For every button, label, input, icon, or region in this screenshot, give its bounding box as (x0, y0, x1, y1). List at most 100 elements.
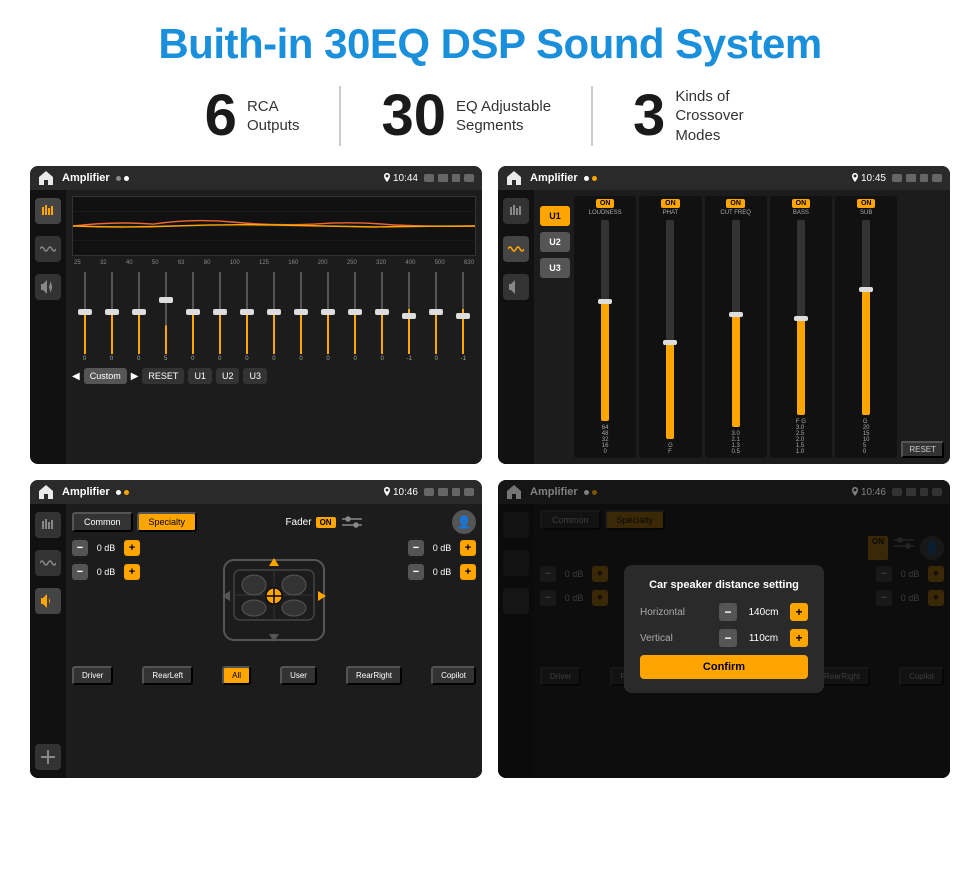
crossover-sidebar-btn-3[interactable] (503, 274, 529, 300)
eq-slider-9[interactable]: 0 (289, 272, 314, 362)
next-btn[interactable]: ▶ (131, 371, 139, 382)
crossover-reset-area: RESET (901, 196, 944, 458)
db-plus-2[interactable]: + (124, 564, 140, 580)
right-db-controls: − 0 dB + − 0 dB + (408, 540, 476, 660)
wave-icon-3 (40, 557, 56, 569)
back-icon-2 (932, 174, 942, 182)
crossover-sidebar-btn-2[interactable] (503, 236, 529, 262)
eq-slider-10[interactable]: 0 (316, 272, 341, 362)
horizontal-value: 140cm (741, 607, 786, 618)
eq-slider-13[interactable]: -1 (397, 272, 422, 362)
camera-icon-2 (892, 174, 902, 182)
eq-slider-1[interactable]: 0 (72, 272, 97, 362)
eq-slider-6[interactable]: 0 (207, 272, 232, 362)
eq-slider-3[interactable]: 0 (126, 272, 151, 362)
confirm-button[interactable]: Confirm (640, 655, 808, 679)
u3-btn[interactable]: U3 (243, 368, 267, 384)
fader-sidebar-btn-2[interactable] (35, 550, 61, 576)
custom-btn[interactable]: Custom (84, 368, 127, 384)
crossover-sidebar (498, 190, 534, 464)
u1-btn[interactable]: U1 (188, 368, 212, 384)
u3-button[interactable]: U3 (540, 258, 570, 278)
db-plus-1[interactable]: + (124, 540, 140, 556)
freq-100: 100 (230, 260, 240, 266)
fader-bottom-row: Driver RearLeft All User RearRight Copil… (72, 666, 476, 685)
eq-slider-5[interactable]: 0 (180, 272, 205, 362)
u2-btn[interactable]: U2 (216, 368, 240, 384)
fader-sidebar-btn-4[interactable] (35, 744, 61, 770)
eq-slider-4[interactable]: 5 (153, 272, 178, 362)
vals-loudness: 644832160 (602, 425, 609, 455)
db-minus-2[interactable]: − (72, 564, 88, 580)
horizontal-minus-btn[interactable]: − (719, 603, 737, 621)
tuner-icon-2 (508, 203, 524, 219)
all-btn[interactable]: All (222, 666, 251, 685)
db-minus-3[interactable]: − (408, 540, 424, 556)
freq-125: 125 (259, 260, 269, 266)
db-minus-1[interactable]: − (72, 540, 88, 556)
vertical-plus-btn[interactable]: + (790, 629, 808, 647)
crossover-reset-btn[interactable]: RESET (901, 441, 944, 458)
car-diagram-area (146, 540, 402, 660)
eq-slider-14[interactable]: 0 (424, 272, 449, 362)
copilot-btn[interactable]: Copilot (431, 666, 476, 685)
fader-sidebar-btn-3[interactable] (35, 588, 61, 614)
slider-loudness[interactable] (601, 220, 609, 421)
rearleft-btn[interactable]: RearLeft (142, 666, 193, 685)
horizontal-plus-btn[interactable]: + (790, 603, 808, 621)
u1-button[interactable]: U1 (540, 206, 570, 226)
freq-labels: 25 32 40 50 63 80 100 125 160 200 250 32… (72, 260, 476, 266)
rearright-btn[interactable]: RearRight (346, 666, 402, 685)
eq-slider-8[interactable]: 0 (261, 272, 286, 362)
status-bar-3: Amplifier 10:46 (30, 480, 482, 504)
label-sub: SUB (860, 210, 872, 216)
db-plus-3[interactable]: + (460, 540, 476, 556)
time-2: 10:45 (861, 173, 886, 184)
dot-1 (116, 176, 121, 181)
reset-btn[interactable]: RESET (142, 368, 184, 384)
eq-sidebar-btn-2[interactable] (35, 236, 61, 262)
camera-icon-1 (424, 174, 434, 182)
stat-crossover-label: Kinds ofCrossover Modes (675, 87, 775, 146)
common-tab[interactable]: Common (72, 512, 133, 532)
eq-sidebar-btn-3[interactable] (35, 274, 61, 300)
db-minus-4[interactable]: − (408, 564, 424, 580)
dot-2 (124, 176, 129, 181)
slider-bass[interactable] (797, 220, 805, 415)
vertical-minus-btn[interactable]: − (719, 629, 737, 647)
fader-on[interactable]: ON (316, 517, 336, 528)
fader-sidebar-btn-1[interactable] (35, 512, 61, 538)
stat-rca-number: 6 (205, 87, 237, 145)
home-icon-1 (38, 170, 54, 186)
prev-btn[interactable]: ◀ (72, 371, 80, 382)
eq-sidebar-btn-1[interactable] (35, 198, 61, 224)
main-title: Buith-in 30EQ DSP Sound System (30, 20, 950, 68)
slider-sub[interactable] (862, 220, 870, 415)
driver-btn[interactable]: Driver (72, 666, 113, 685)
db-plus-4[interactable]: + (460, 564, 476, 580)
vals-phat: GF (668, 443, 673, 455)
eq-slider-15[interactable]: -1 (451, 272, 476, 362)
eq-slider-11[interactable]: 0 (343, 272, 368, 362)
crossover-sidebar-btn-1[interactable] (503, 198, 529, 224)
on-badge-bass: ON (792, 199, 811, 208)
user-btn[interactable]: User (280, 666, 317, 685)
dialog-overlay: Car speaker distance setting Horizontal … (498, 480, 950, 778)
u2-button[interactable]: U2 (540, 232, 570, 252)
specialty-tab[interactable]: Specialty (137, 512, 198, 532)
freq-32: 32 (100, 260, 107, 266)
dot-indicators-2 (584, 176, 597, 181)
speaker-icon-2 (508, 279, 524, 295)
wave-icon-2 (508, 243, 524, 255)
slider-phat[interactable] (666, 220, 674, 439)
volume-icon-2 (906, 174, 916, 182)
eq-slider-2[interactable]: 0 (99, 272, 124, 362)
eq-slider-7[interactable]: 0 (234, 272, 259, 362)
db-control-3: − 0 dB + (408, 540, 476, 556)
screenshots-grid: Amplifier 10:44 (30, 166, 950, 778)
fader-content: Common Specialty Fader ON 👤 (30, 504, 482, 778)
eq-slider-12[interactable]: 0 (370, 272, 395, 362)
fader-tabs: Common Specialty (72, 512, 197, 532)
slider-cutfreq[interactable] (732, 220, 740, 427)
freq-25: 25 (74, 260, 81, 266)
